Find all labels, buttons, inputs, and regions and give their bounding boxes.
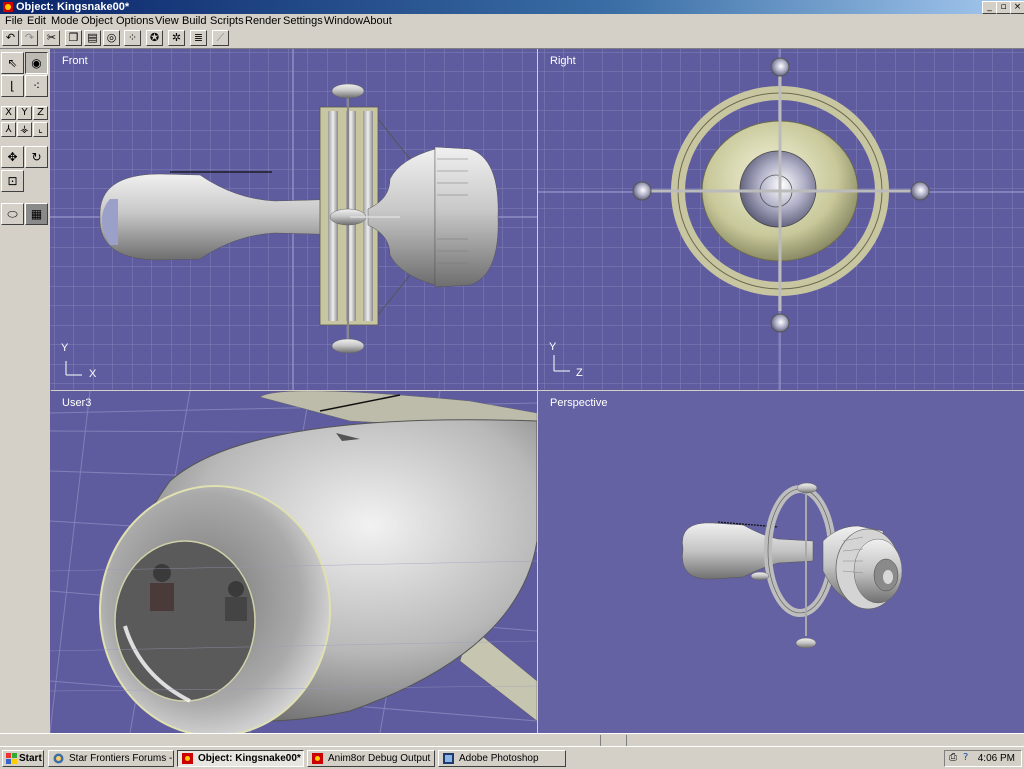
menu-window[interactable]: Window: [324, 14, 363, 28]
viewport-front[interactable]: Front Y X: [50, 49, 537, 390]
front-scene: [50, 49, 537, 390]
task-photoshop[interactable]: Adobe Photoshop: [438, 750, 566, 767]
viewport-perspective[interactable]: Perspective: [538, 391, 1024, 733]
help-icon[interactable]: ?: [963, 752, 968, 763]
gear-icon[interactable]: ✲: [168, 30, 185, 46]
restore-button[interactable]: ▫: [996, 1, 1011, 14]
axis-tool-icon[interactable]: ⌊: [1, 75, 24, 97]
task-anim8or-debug[interactable]: Anim8or Debug Output: [307, 750, 435, 767]
graph-icon[interactable]: ⟋: [212, 30, 229, 46]
taskbar: Start Star Frontiers Forums - ... Object…: [0, 746, 1024, 769]
task-star-frontiers[interactable]: Star Frontiers Forums - ...: [48, 750, 174, 767]
undo-icon[interactable]: ↶: [2, 30, 19, 46]
clock: 4:06 PM: [977, 753, 1015, 764]
paste-icon[interactable]: ▤: [84, 30, 101, 46]
menu-bar: File Edit Mode Object Options View Build…: [0, 14, 1024, 28]
viewport-user3-label: User3: [62, 397, 92, 409]
menu-file[interactable]: File: [5, 14, 23, 28]
arrow-select-icon[interactable]: ⇖: [1, 52, 24, 74]
view-eye-icon[interactable]: ◉: [25, 52, 48, 74]
task-label: Anim8or Debug Output: [328, 753, 431, 764]
photoshop-icon: [443, 753, 454, 764]
perspective-scene: [682, 482, 903, 649]
front-axis-vertical: Y: [61, 342, 69, 354]
primitive-icon[interactable]: ⬭: [1, 203, 24, 225]
anim8or-icon: [312, 753, 323, 764]
minimize-button[interactable]: _: [982, 1, 997, 14]
rotate-icon[interactable]: ↻: [25, 146, 48, 168]
system-tray: ⎙ ? 4:06 PM: [944, 750, 1022, 767]
viewport-right-label: Right: [550, 55, 576, 67]
dots-icon[interactable]: ⁘: [124, 30, 141, 46]
viewport-user3[interactable]: User3: [50, 391, 537, 733]
tool-palette: ⇖ ◉ ⌊ ⁖ X Y Z ⅄ ⚶ ⌞ ✥ ↻ ⊡ ⬭ ▦: [0, 49, 51, 733]
window-title: Object: Kingsnake00*: [16, 1, 130, 13]
scale-icon[interactable]: ⊡: [1, 170, 24, 192]
cut-icon[interactable]: ✂: [43, 30, 60, 46]
menu-build[interactable]: Build: [182, 14, 206, 28]
menu-options[interactable]: Options: [116, 14, 154, 28]
status-bar: [0, 733, 1024, 747]
viewport-perspective-label: Perspective: [550, 397, 608, 409]
select-all-icon[interactable]: ◎: [103, 30, 120, 46]
title-bar: Object: Kingsnake00* _ ▫ ×: [0, 0, 1024, 14]
move-icon[interactable]: ✥: [1, 146, 24, 168]
browser-icon: [53, 753, 64, 764]
screen-coords-icon[interactable]: ⌞: [33, 122, 48, 137]
right-scene: [538, 49, 1024, 390]
anim8or-icon: [182, 753, 193, 764]
viewport-front-label: Front: [62, 55, 88, 67]
axis-x-toggle[interactable]: X: [1, 106, 16, 120]
printer-icon[interactable]: ⎙: [949, 752, 957, 763]
menu-edit[interactable]: Edit: [27, 14, 46, 28]
local-coords-icon[interactable]: ⅄: [1, 122, 16, 137]
start-button[interactable]: Start: [2, 750, 44, 767]
wheel-icon[interactable]: ✪: [146, 30, 163, 46]
toolbar: ↶ ↷ ✂ ❐ ▤ ◎ ⁘ ✪ ✲ ≣ ⟋: [0, 28, 1024, 49]
status-divider: [600, 735, 601, 746]
menu-view[interactable]: View: [155, 14, 179, 28]
menu-settings[interactable]: Settings: [283, 14, 323, 28]
axis-y-toggle[interactable]: Y: [17, 106, 32, 120]
texture-icon[interactable]: ▦: [25, 203, 48, 225]
right-axis-horizontal: Z: [576, 367, 583, 379]
windows-logo-icon: [6, 753, 17, 764]
world-coords-icon[interactable]: ⚶: [17, 122, 32, 137]
redo-icon[interactable]: ↷: [21, 30, 38, 46]
menu-object[interactable]: Object: [81, 14, 113, 28]
user3-scene: [50, 391, 537, 733]
axis-z-toggle[interactable]: Z: [33, 106, 48, 120]
menu-mode[interactable]: Mode: [51, 14, 79, 28]
start-label: Start: [19, 753, 42, 764]
menu-render[interactable]: Render: [245, 14, 281, 28]
right-axis-vertical: Y: [549, 341, 557, 353]
front-axis-horizontal: X: [89, 368, 97, 380]
close-button[interactable]: ×: [1010, 1, 1024, 14]
task-label: Adobe Photoshop: [459, 753, 539, 764]
app-icon: [3, 2, 13, 12]
status-divider: [626, 735, 627, 746]
task-label: Object: Kingsnake00*: [198, 753, 301, 764]
list-icon[interactable]: ≣: [190, 30, 207, 46]
task-kingsnake[interactable]: Object: Kingsnake00*: [177, 750, 304, 767]
points-icon[interactable]: ⁖: [25, 75, 48, 97]
copy-icon[interactable]: ❐: [65, 30, 82, 46]
menu-about[interactable]: About: [363, 14, 392, 28]
task-label: Star Frontiers Forums - ...: [69, 753, 174, 764]
viewport-right[interactable]: Right Y Z: [538, 49, 1024, 390]
menu-scripts[interactable]: Scripts: [210, 14, 244, 28]
